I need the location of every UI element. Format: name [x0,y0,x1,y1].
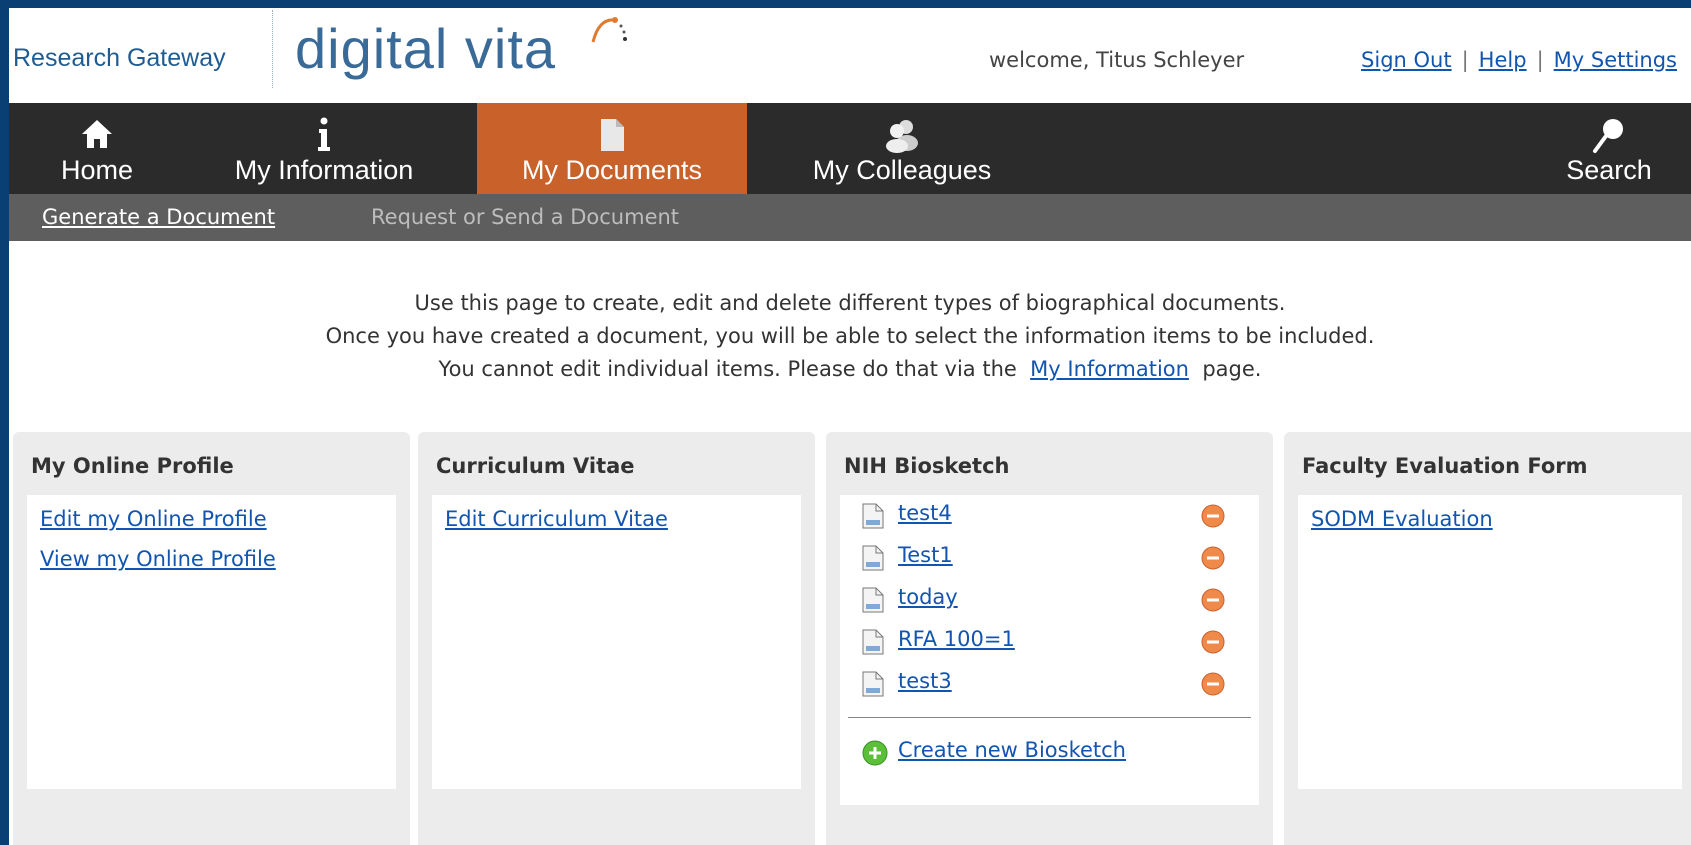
intro-line-1: Use this page to create, edit and delete… [414,291,1286,315]
panel-nih-biosketch: NIH Biosketch test4 Test1 today RFA 100=… [826,432,1273,845]
delete-icon[interactable] [1201,630,1225,654]
logo-arc-icon [591,17,627,43]
info-icon [318,117,330,151]
brand-digital-vita[interactable]: digital vita [295,16,556,81]
create-biosketch-row: Create new Biosketch [840,718,1259,778]
edit-curriculum-vitae-link[interactable]: Edit Curriculum Vitae [445,499,801,539]
edit-online-profile-link[interactable]: Edit my Online Profile [40,499,396,539]
separator: | [1536,48,1544,72]
panel-body: test4 Test1 today RFA 100=1 test3 Create… [840,495,1259,805]
view-online-profile-link[interactable]: View my Online Profile [40,539,396,579]
my-settings-link[interactable]: My Settings [1554,48,1677,72]
document-row: test4 [840,495,1259,537]
document-icon [601,119,624,151]
app-frame: Research Gateway digital vita welcome, T… [9,8,1691,845]
separator: | [1461,48,1469,72]
panel-faculty-evaluation: Faculty Evaluation Form SODM Evaluation [1284,432,1691,845]
account-links: Sign Out | Help | My Settings [1361,48,1677,72]
nav-my-information-label: My Information [234,155,414,185]
nav-my-documents-label: My Documents [521,155,703,185]
search-icon [1593,119,1623,153]
nav-search-label: Search [1566,155,1652,185]
nav-home[interactable]: Home [9,103,185,194]
panel-body: Edit my Online Profile View my Online Pr… [27,495,396,789]
document-link-rfa[interactable]: RFA 100=1 [898,627,1015,651]
colleagues-icon [886,120,918,153]
document-icon [862,671,884,697]
document-link-test3[interactable]: test3 [898,669,952,693]
intro-line-3-text: You cannot edit individual items. Please… [438,357,1017,381]
generate-document-link[interactable]: Generate a Document [42,205,275,229]
panel-title: NIH Biosketch [844,454,1010,478]
sign-out-link[interactable]: Sign Out [1361,48,1452,72]
delete-icon[interactable] [1201,504,1225,528]
document-link-test4[interactable]: test4 [898,501,952,525]
nav-home-label: Home [60,155,134,185]
welcome-text: welcome, Titus Schleyer [989,48,1245,72]
delete-icon[interactable] [1201,546,1225,570]
panel-title: My Online Profile [31,454,234,478]
document-link-test1[interactable]: Test1 [898,543,953,567]
panel-body: Edit Curriculum Vitae [432,495,801,789]
brand-research-gateway[interactable]: Research Gateway [13,44,226,73]
nav-search[interactable]: Search [1554,103,1664,194]
panel-title: Curriculum Vitae [436,454,635,478]
panel-curriculum-vitae: Curriculum Vitae Edit Curriculum Vitae [418,432,815,845]
nav-my-colleagues-label: My Colleagues [812,155,992,185]
panel-online-profile: My Online Profile Edit my Online Profile… [13,432,410,845]
document-row: Test1 [840,537,1259,579]
document-link-today[interactable]: today [898,585,958,609]
intro-line-3-suffix: page. [1202,357,1262,381]
document-icon [862,503,884,529]
document-row: today [840,579,1259,621]
document-row: RFA 100=1 [840,621,1259,663]
delete-icon[interactable] [1201,672,1225,696]
document-icon [862,545,884,571]
panel-body: SODM Evaluation [1298,495,1682,789]
add-icon[interactable] [862,740,888,766]
header: Research Gateway digital vita welcome, T… [9,8,1691,103]
nav-my-documents[interactable]: My Documents [477,103,747,194]
help-link[interactable]: Help [1479,48,1527,72]
home-icon [82,120,112,148]
intro-text: Use this page to create, edit and delete… [9,287,1691,386]
document-row: test3 [840,663,1259,705]
logo-divider [272,10,274,88]
intro-line-3: You cannot edit individual items. Please… [9,353,1691,386]
my-information-link[interactable]: My Information [1030,357,1189,381]
nav-my-colleagues[interactable]: My Colleagues [777,103,1027,194]
request-send-document-link[interactable]: Request or Send a Document [371,205,679,229]
nav-my-information[interactable]: My Information [215,103,433,194]
panel-title: Faculty Evaluation Form [1302,454,1588,478]
create-biosketch-link[interactable]: Create new Biosketch [898,738,1126,762]
intro-line-2: Once you have created a document, you wi… [325,324,1375,348]
delete-icon[interactable] [1201,588,1225,612]
sub-nav: Generate a Document Request or Send a Do… [9,194,1691,241]
document-icon [862,629,884,655]
sodm-evaluation-link[interactable]: SODM Evaluation [1311,499,1682,539]
main-nav: Home My Information My Documents My Coll… [9,103,1691,194]
document-icon [862,587,884,613]
